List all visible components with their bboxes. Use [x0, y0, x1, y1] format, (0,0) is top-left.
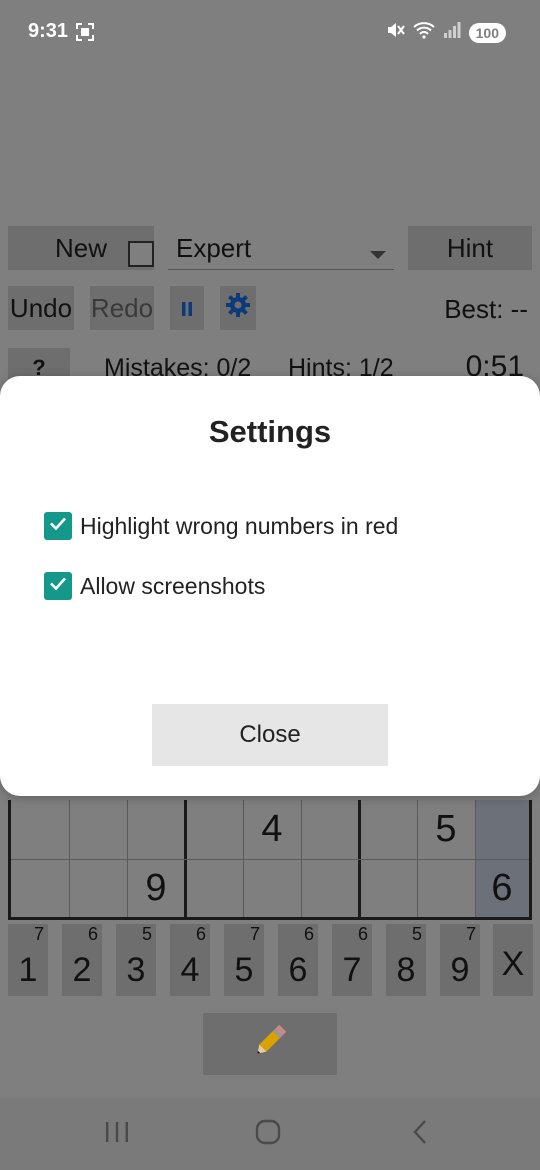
digit-label: 1: [18, 951, 38, 989]
best-time: Best: --: [444, 294, 528, 324]
digit-remaining-count: 6: [195, 924, 206, 944]
digit-label: 8: [396, 951, 416, 989]
digit-remaining-count: 7: [249, 924, 260, 944]
digit-remaining-count: 5: [141, 924, 152, 944]
settings-dialog: Settings Highlight wrong numbers in red …: [0, 376, 540, 796]
dropdown-arrow-icon: [370, 246, 386, 264]
digit-label: 3: [126, 951, 146, 989]
battery-indicator: 100: [468, 22, 506, 43]
home-icon: [254, 1118, 282, 1151]
allow-screenshots-checkbox[interactable]: [44, 572, 72, 600]
pause-icon: [181, 293, 193, 324]
hint-button[interactable]: Hint: [408, 226, 532, 270]
digit-key-5[interactable]: 75: [224, 924, 264, 996]
digit-label: 7: [342, 951, 362, 989]
back-icon: [409, 1118, 431, 1151]
digit-key-7[interactable]: 67: [332, 924, 372, 996]
status-time: 9:31: [28, 20, 69, 42]
allow-screenshots-label: Allow screenshots: [80, 572, 266, 599]
highlight-wrong-label: Highlight wrong numbers in red: [80, 512, 399, 539]
back-button[interactable]: [380, 1098, 460, 1170]
close-button[interactable]: Close: [152, 704, 388, 766]
digit-key-1[interactable]: 71: [8, 924, 48, 996]
difficulty-select[interactable]: Expert: [168, 226, 394, 270]
digit-remaining-count: 6: [357, 924, 368, 944]
digit-label: 2: [72, 951, 92, 989]
digit-remaining-count: 5: [411, 924, 422, 944]
digit-label: 9: [450, 951, 470, 989]
highlight-wrong-checkbox[interactable]: [44, 512, 72, 540]
system-nav-bar: [0, 1098, 540, 1170]
checkmark-icon: [47, 572, 69, 600]
dialog-title: Settings: [208, 414, 332, 449]
gear-icon: [225, 292, 251, 325]
pencil-icon: [250, 1021, 290, 1068]
settings-button[interactable]: [220, 286, 256, 330]
screenshot-icon: [76, 23, 94, 46]
mute-icon: [385, 20, 405, 45]
digit-remaining-count: 6: [303, 924, 314, 944]
undo-button[interactable]: Undo: [8, 286, 74, 330]
wifi-icon: [412, 21, 435, 44]
digit-key-6[interactable]: 66: [278, 924, 318, 996]
mode-checkbox[interactable]: [128, 241, 154, 267]
grid-cell[interactable]: 4: [243, 800, 301, 858]
grid-cell[interactable]: 6: [475, 859, 529, 917]
erase-key[interactable]: X: [493, 924, 533, 996]
grid-cell[interactable]: 5: [417, 800, 475, 858]
digit-label: 6: [288, 951, 308, 989]
pause-button[interactable]: [170, 286, 204, 330]
redo-button[interactable]: Redo: [90, 286, 154, 330]
grid-cell[interactable]: 9: [127, 859, 185, 917]
signal-icon: [443, 22, 461, 43]
home-button[interactable]: [228, 1098, 308, 1170]
digit-label: 4: [180, 951, 200, 989]
status-bar: 9:31 100: [0, 0, 540, 64]
digit-key-9[interactable]: 79: [440, 924, 480, 996]
digit-key-2[interactable]: 62: [62, 924, 102, 996]
digit-key-8[interactable]: 58: [386, 924, 426, 996]
digit-label: 5: [234, 951, 254, 989]
recent-apps-button[interactable]: [77, 1098, 157, 1170]
difficulty-value: Expert: [176, 233, 252, 263]
digit-key-4[interactable]: 64: [170, 924, 210, 996]
digit-key-3[interactable]: 53: [116, 924, 156, 996]
digit-remaining-count: 7: [33, 924, 44, 944]
sudoku-grid[interactable]: 4 5 9 6: [8, 800, 532, 920]
option-highlight-wrong[interactable]: Highlight wrong numbers in red: [44, 512, 398, 540]
digit-remaining-count: 6: [87, 924, 98, 944]
checkmark-icon: [47, 512, 69, 540]
pencil-mode-button[interactable]: [203, 1013, 337, 1075]
digit-remaining-count: 7: [465, 924, 476, 944]
option-allow-screenshots[interactable]: Allow screenshots: [44, 572, 265, 600]
recents-icon: [104, 1120, 130, 1149]
